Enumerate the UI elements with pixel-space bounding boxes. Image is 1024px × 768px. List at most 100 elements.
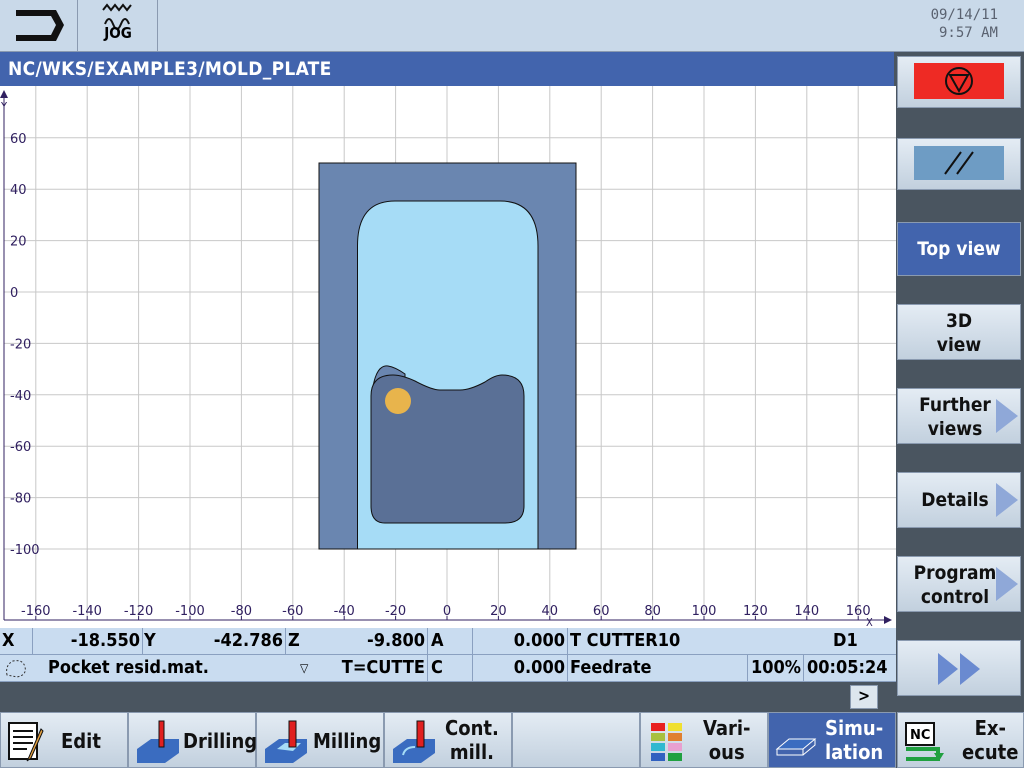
milling-icon [265, 720, 307, 763]
label-line: views [927, 418, 983, 440]
c-value: 0.000 [513, 657, 565, 678]
further-views-softkey[interactable]: Further views [897, 388, 1021, 444]
position-row: X -18.550 Y -42.786 Z -9.800 A 0.000 T C… [0, 628, 896, 655]
y-tick-label: -100 [10, 543, 40, 558]
x-tick-label: -20 [385, 604, 406, 619]
submenu-arrow-icon [996, 567, 1018, 601]
details-softkey[interactable]: Details [897, 472, 1021, 528]
label-line: view [936, 334, 982, 356]
x-tick-label: -80 [231, 604, 252, 619]
more-button[interactable]: > [850, 685, 878, 709]
milling-softkey[interactable]: Milling [256, 712, 384, 768]
y-axis-label: Y [0, 100, 8, 113]
x-tick-label: 40 [542, 604, 559, 619]
z-value: -9.800 [367, 630, 425, 651]
x-tick-label: 140 [794, 604, 819, 619]
double-arrow-icon [938, 653, 980, 685]
nc-icon-text: NC [910, 728, 930, 743]
label-line: Simu- [825, 716, 884, 740]
milling-label: Milling [313, 729, 382, 753]
nc-execute-icon: NC [905, 722, 944, 761]
program-path-title: NC/WKS/EXAMPLE3/MOLD_PLATE [0, 52, 894, 86]
label-line: ecute [962, 740, 1019, 764]
label-line: Ex- [974, 716, 1006, 740]
y-tick-label: 0 [10, 286, 18, 301]
y-tick-label: -60 [10, 440, 31, 455]
x-tick-label: 60 [593, 604, 610, 619]
cycle-name: Pocket resid.mat. [48, 657, 209, 678]
next-page-softkey[interactable] [897, 640, 1021, 696]
execute-softkey[interactable]: NC Ex-ecute [897, 712, 1024, 768]
contour-milling-icon [393, 720, 435, 763]
x-tick-label: -140 [72, 604, 102, 619]
back-arrow-icon [16, 10, 64, 41]
top-bar: JOG 09/14/11 9:57 AM [0, 0, 1024, 52]
empty-softkey[interactable] [512, 712, 640, 768]
drilling-softkey[interactable]: Drilling [128, 712, 258, 768]
label-line: lation [825, 740, 884, 764]
jog-label: JOG [104, 24, 132, 42]
z-label: Z [288, 630, 300, 651]
label-line: ous [708, 740, 745, 764]
time: 9:57 AM [938, 25, 998, 41]
label-line: Further [919, 394, 991, 416]
program-control-softkey[interactable]: Program control [897, 556, 1021, 612]
x-axis-label: X [866, 616, 873, 628]
y-value: -42.786 [213, 630, 283, 651]
double-slash-icon [944, 151, 974, 175]
y-tick-label: -20 [10, 337, 31, 352]
stop-softkey[interactable] [897, 56, 1021, 108]
x-tick-label: -60 [282, 604, 303, 619]
a-label: A [431, 630, 444, 651]
y-axis-arrow-icon [0, 90, 8, 98]
tool-position [385, 388, 411, 414]
label-line: control [920, 586, 990, 608]
submenu-arrow-icon [996, 483, 1018, 517]
3d-view-softkey[interactable]: 3D view [897, 304, 1021, 360]
various-label: Vari-ous [703, 716, 750, 764]
x-tick-label: -160 [21, 604, 51, 619]
y-label: Y [144, 630, 156, 651]
label-line: 3D [945, 310, 973, 332]
x-tick-label: 80 [644, 604, 661, 619]
contour-milling-softkey[interactable]: Cont. mill. [384, 712, 512, 768]
x-tick-label: -100 [175, 604, 205, 619]
top-view-softkey[interactable]: Top view [897, 222, 1021, 276]
reset-indicator [914, 146, 1004, 180]
tool-offset: D1 [833, 630, 858, 651]
label-line: Details [921, 489, 989, 511]
simulation-icon [775, 738, 817, 756]
x-axis-arrow-icon [884, 616, 892, 624]
message-bar [0, 683, 896, 712]
jog-mode-indicator: JOG [79, 0, 158, 52]
tool-name: T CUTTER10 [570, 630, 681, 651]
dropdown-icon[interactable]: ▽ [300, 661, 308, 675]
datetime: 09/14/11 9:57 AM [931, 6, 998, 42]
y-tick-label: 20 [10, 235, 27, 250]
elapsed-time: 00:05:24 [807, 657, 888, 678]
x-tick-label: 0 [443, 604, 451, 619]
simulation-softkey[interactable]: Simu-lation [768, 712, 896, 768]
date: 09/14/11 [930, 7, 998, 23]
y-tick-label: -40 [10, 389, 31, 404]
drilling-label: Drilling [183, 729, 258, 753]
residual-material-icon [6, 660, 26, 678]
edit-icon [8, 722, 44, 762]
various-softkey[interactable]: Vari-ous [640, 712, 768, 768]
edit-softkey[interactable]: Edit [0, 712, 128, 768]
feedrate-label: Feedrate [570, 657, 652, 678]
label-line: Cont. [445, 716, 499, 740]
workpiece [318, 162, 577, 550]
reset-softkey[interactable] [897, 138, 1021, 190]
x-tick-label: -120 [124, 604, 154, 619]
simulation-view[interactable]: -160 -140 -120 -100 -80 -60 -40 -20 0 20 40 60 80 100… [0, 86, 896, 629]
drilling-icon [137, 720, 179, 763]
c-label: C [431, 657, 443, 678]
x-tick-label: 100 [692, 604, 717, 619]
x-tick-label: -40 [334, 604, 355, 619]
x-tick-label: 120 [743, 604, 768, 619]
back-button[interactable] [0, 0, 78, 52]
tool-short: T=CUTTE [341, 657, 425, 678]
contour-milling-label: Cont. mill. [445, 716, 499, 764]
simulation-canvas: -160 -140 -120 -100 -80 -60 -40 -20 0 20 40 60 80 100… [0, 86, 896, 629]
